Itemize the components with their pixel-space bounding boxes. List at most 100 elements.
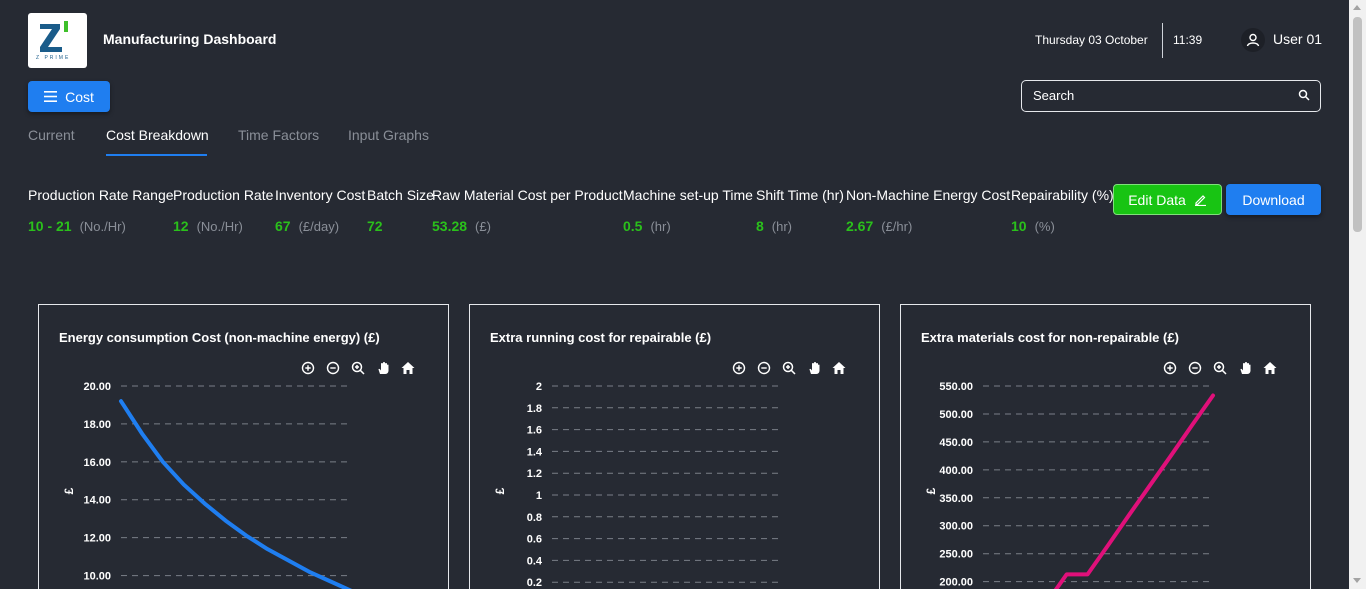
metric-value: 8 (756, 218, 764, 234)
tab-cost-breakdown[interactable]: Cost Breakdown (106, 127, 209, 143)
current-date: Thursday 03 October (1035, 33, 1148, 47)
zoom-select-icon[interactable] (1213, 361, 1227, 375)
metric-unit: (hr) (771, 219, 793, 234)
y-axis-label: £ (493, 487, 507, 494)
y-tick-label: 20.00 (83, 381, 111, 393)
tab-input-graphs[interactable]: Input Graphs (348, 127, 429, 143)
metric-unit: (hr) (650, 219, 671, 234)
metric-unit: (No./Hr) (196, 219, 243, 234)
home-reset-icon[interactable] (1263, 362, 1277, 374)
zoom-in-icon[interactable] (1163, 361, 1177, 375)
metric-machine-setup-time: 0.5 (hr) (623, 218, 671, 234)
metric-label-shift-time: Shift Time (hr) (756, 187, 844, 203)
chart-non-repairable-svg: £200.00 250.00 300.00 350.00 400.00 450.00 500… (924, 361, 1277, 589)
y-tick-label: 250.00 (939, 549, 973, 561)
y-tick-label: 350.00 (939, 493, 973, 505)
current-time: 11:39 (1173, 33, 1203, 47)
hamburger-icon (44, 91, 58, 102)
y-tick-label: 1 (536, 490, 542, 502)
metric-unit: (£/day) (298, 219, 340, 234)
metric-value: 67 (275, 218, 291, 234)
tab-current[interactable]: Current (28, 127, 75, 143)
edit-data-label: Edit Data (1128, 191, 1186, 208)
y-tick-label: 12.00 (83, 533, 111, 545)
download-button[interactable]: Download (1226, 184, 1321, 215)
metric-shift-time: 8 (hr) (756, 218, 792, 234)
scrollbar-thumb[interactable] (1353, 17, 1362, 232)
chart-panel-repairable: Extra running cost for repairable (£) £0… (469, 304, 880, 589)
metric-production-rate: 12 (No./Hr) (173, 218, 243, 234)
home-reset-icon[interactable] (401, 362, 415, 374)
y-tick-label: 400.00 (939, 465, 973, 477)
zoom-select-icon[interactable] (351, 361, 365, 375)
z-prime-logo-icon (40, 21, 68, 52)
page-scrollbar[interactable] (1349, 0, 1366, 589)
pan-hand-icon[interactable] (378, 362, 389, 374)
pan-hand-icon[interactable] (1240, 362, 1251, 374)
metric-label-batch-size: Batch Size (367, 187, 434, 203)
y-tick-label: 16.00 (83, 457, 111, 469)
pencil-icon (1194, 195, 1206, 206)
metric-inventory-cost: 67 (£/day) (275, 218, 339, 234)
metric-label-machine-setup-time: Machine set-up Time (623, 187, 753, 203)
search-input[interactable] (1033, 88, 1288, 103)
user-name[interactable]: User 01 (1273, 31, 1322, 47)
metric-non-machine-energy-cost: 2.67 (£/hr) (846, 218, 912, 234)
y-tick-label: 1.2 (527, 468, 542, 480)
metric-label-repairability: Repairability (%) (1011, 187, 1114, 203)
y-tick-label: 500.00 (939, 409, 973, 421)
y-axis-label: £ (62, 487, 76, 494)
metric-production-rate-range: 10 - 21 (No./Hr) (28, 218, 126, 234)
y-tick-label: 1.8 (527, 403, 542, 415)
metric-label-raw-material-cost: Raw Material Cost per Product (432, 187, 623, 203)
cost-menu-button[interactable]: Cost (28, 81, 110, 112)
zoom-out-icon[interactable] (326, 361, 340, 375)
zoom-in-icon[interactable] (732, 361, 746, 375)
y-axis-label: £ (924, 487, 938, 494)
y-tick-label: 0.8 (527, 512, 542, 524)
y-tick-label: 1.4 (527, 446, 543, 458)
chart-repairable-svg: £0.2 0.4 0.6 0.8 1 1.2 1.4 1.6 1.8 2 (493, 361, 846, 589)
y-tick-label: 2 (536, 381, 542, 393)
app-title: Manufacturing Dashboard (103, 31, 277, 47)
edit-data-button[interactable]: Edit Data (1113, 184, 1222, 215)
company-logo: Z PRIME (28, 13, 87, 68)
y-tick-label: 300.00 (939, 521, 973, 533)
search-icon[interactable] (1298, 89, 1310, 101)
zoom-in-icon[interactable] (301, 361, 315, 375)
home-reset-icon[interactable] (832, 362, 846, 374)
logo-subtext: Z PRIME (36, 55, 71, 61)
user-avatar-icon[interactable] (1241, 28, 1265, 52)
metric-value: 10 (1011, 218, 1027, 234)
scroll-up-icon[interactable] (1353, 5, 1361, 10)
search-box[interactable] (1021, 80, 1321, 112)
zoom-select-icon[interactable] (782, 361, 796, 375)
metric-value: 53.28 (432, 218, 468, 234)
metric-label-non-machine-energy-cost: Non-Machine Energy Cost (846, 187, 1011, 203)
y-tick-label: 0.6 (527, 534, 542, 546)
metric-value: 72 (367, 218, 383, 234)
y-tick-label: 0.4 (527, 555, 543, 567)
y-tick-label: 1.6 (527, 425, 542, 437)
metric-label-production-rate-range: Production Rate Range (28, 187, 174, 203)
tab-time-factors[interactable]: Time Factors (238, 127, 319, 143)
y-tick-label: 18.00 (83, 419, 111, 431)
series-line (1053, 393, 1215, 589)
y-tick-label: 200.00 (939, 577, 973, 589)
y-tick-label: 450.00 (939, 437, 973, 449)
scroll-down-icon[interactable] (1353, 578, 1361, 583)
cost-menu-label: Cost (65, 88, 94, 105)
zoom-out-icon[interactable] (1188, 361, 1202, 375)
zoom-out-icon[interactable] (757, 361, 771, 375)
chart-panel-energy: Energy consumption Cost (non-machine ene… (38, 304, 449, 589)
metric-value: 10 - 21 (28, 218, 72, 234)
header-divider (1162, 23, 1163, 58)
series-line (119, 399, 353, 589)
metric-label-production-rate: Production Rate (173, 187, 274, 203)
pan-hand-icon[interactable] (809, 362, 820, 374)
y-tick-label: 0.2 (527, 577, 542, 589)
metric-label-inventory-cost: Inventory Cost (275, 187, 366, 203)
y-tick-label: 550.00 (939, 381, 973, 393)
metric-repairability: 10 (%) (1011, 218, 1055, 234)
metric-unit: (%) (1034, 219, 1055, 234)
